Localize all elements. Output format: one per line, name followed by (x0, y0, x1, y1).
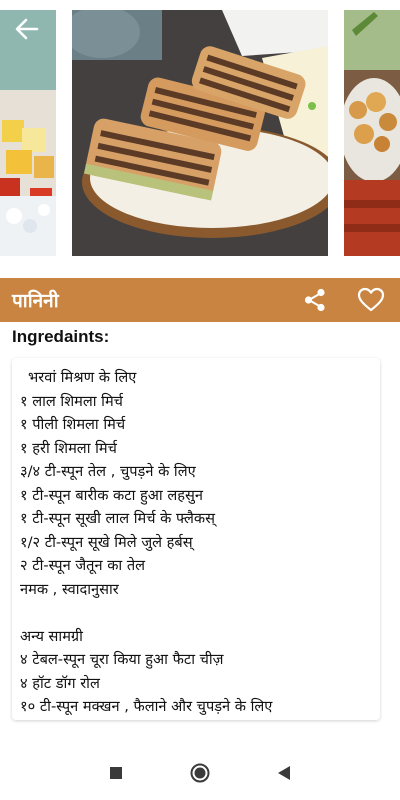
home-button[interactable] (187, 760, 213, 786)
ingredient-line: १ पीली शिमला मिर्च (20, 416, 126, 433)
ingredients-card: भरवां मिश्रण के लिए १ लाल शिमला मिर्च १ पी… (12, 358, 380, 720)
heart-outline-icon (357, 287, 385, 312)
ingredient-spacer (20, 601, 374, 625)
recipe-title: पानिनी (12, 290, 59, 312)
carousel-image-next[interactable] (344, 10, 400, 256)
ingredient-line: १/२ टी-स्पून सूखे मिले जुले हर्बस् (20, 533, 193, 551)
arrow-left-icon (15, 18, 39, 40)
ingredient-line: १० टी-स्पून मक्खन , फैलाने और चुपड़ने के… (20, 698, 273, 715)
recipe-image-carousel[interactable] (0, 0, 400, 278)
ingredient-line: १ टी-स्पून बारीक कटा हुआ लहसुन (20, 486, 203, 504)
favorite-button[interactable] (356, 285, 386, 315)
snack-image (344, 10, 400, 256)
fruit-salad-image (0, 10, 56, 256)
ingredient-line: १ लाल शिमला मिर्च (20, 392, 123, 410)
system-navigation-bar (0, 746, 400, 800)
share-button[interactable] (300, 285, 330, 315)
carousel-image-current[interactable] (72, 10, 328, 256)
recents-button[interactable] (103, 760, 129, 786)
panini-image (72, 10, 328, 256)
ingredient-line: १ टी-स्पून सूखी लाल मिर्च के फ्लैकस् (20, 510, 215, 527)
ingredient-line: ४ हॉट डॉग रोल (20, 674, 100, 692)
ingredient-line: भरवां मिश्रण के लिए (28, 369, 137, 386)
recipe-title-bar: पानिनी (0, 278, 400, 322)
back-button[interactable] (10, 12, 44, 46)
system-back-button[interactable] (271, 760, 297, 786)
carousel-image-previous[interactable] (0, 10, 56, 256)
share-icon (304, 288, 325, 312)
title-actions (300, 285, 386, 315)
triangle-back-icon (278, 766, 290, 780)
ingredient-line: १ हरी शिमला मिर्च (20, 439, 117, 457)
ingredients-heading: Ingredaints: (12, 327, 110, 346)
ingredient-line: २ टी-स्पून जैतून का तेल (20, 557, 146, 574)
square-icon (110, 767, 122, 779)
circle-icon (190, 763, 210, 783)
ingredient-line: नमक , स्वादानुसार (20, 580, 119, 598)
ingredient-line: अन्य सामग्री (20, 627, 83, 645)
ingredient-line: ४ टेबल-स्पून चूरा किया हुआ फैटा चीज़ (20, 651, 224, 668)
ingredient-line: ३/४ टी-स्पून तेल , चुपड़ने के लिए (20, 463, 196, 480)
